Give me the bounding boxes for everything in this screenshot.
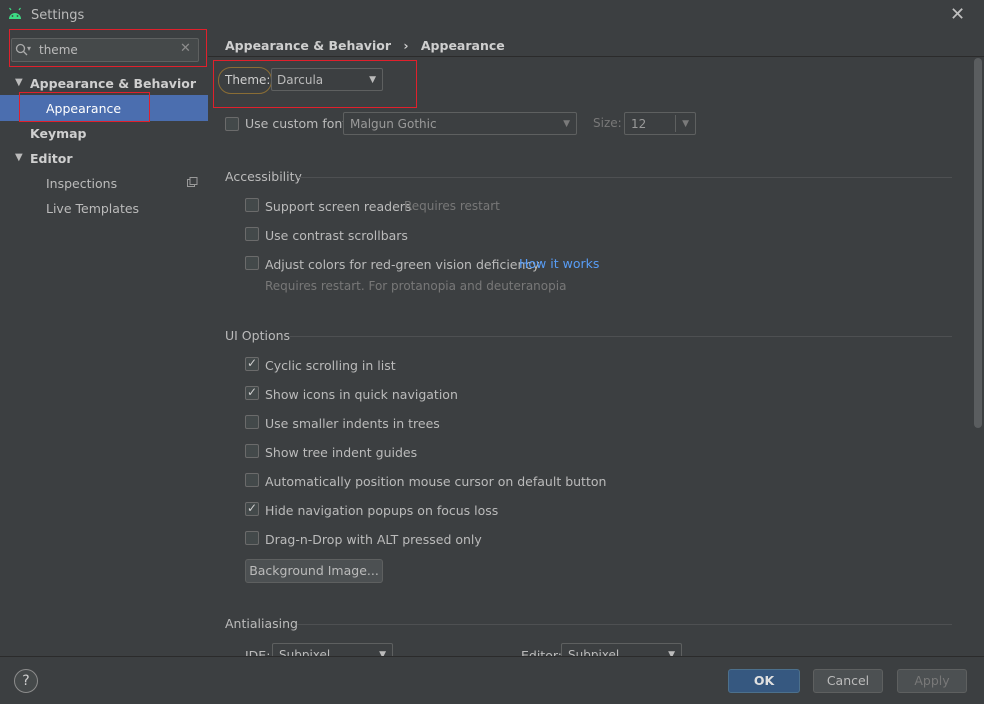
- search-highlight-box: [9, 29, 207, 67]
- how-it-works-link[interactable]: How it works: [519, 256, 599, 271]
- font-dropdown[interactable]: Malgun Gothic ▼: [343, 112, 577, 135]
- mouse-cursor-label: Automatically position mouse cursor on d…: [265, 474, 607, 489]
- custom-font-checkbox[interactable]: [225, 117, 239, 131]
- tree-item-appearance-behavior[interactable]: Appearance & Behavior: [30, 76, 196, 91]
- expand-arrow-icon[interactable]: ▼: [15, 152, 23, 163]
- combo-divider: [675, 115, 676, 132]
- android-icon: [9, 7, 21, 19]
- screen-readers-label: Support screen readers: [265, 199, 412, 214]
- indent-guides-checkbox[interactable]: [245, 444, 259, 458]
- screen-readers-checkbox[interactable]: [245, 198, 259, 212]
- adjust-colors-hint: Requires restart. For protanopia and deu…: [265, 279, 567, 293]
- close-icon[interactable]: ✕: [950, 4, 965, 25]
- tree-item-live-templates[interactable]: Live Templates: [46, 201, 139, 216]
- breadcrumb-parent[interactable]: Appearance & Behavior: [225, 38, 391, 53]
- editor-antialiasing-value: Subpixel: [568, 648, 620, 656]
- show-icons-checkbox[interactable]: [245, 385, 259, 400]
- chevron-down-icon: ▼: [563, 119, 570, 129]
- breadcrumb-current: Appearance: [420, 38, 505, 53]
- header-divider: [208, 56, 984, 57]
- smaller-indents-label: Use smaller indents in trees: [265, 416, 440, 431]
- indent-guides-label: Show tree indent guides: [265, 445, 418, 460]
- breadcrumb: Appearance & Behavior › Appearance: [225, 38, 505, 53]
- tree-item-inspections[interactable]: Inspections: [46, 176, 117, 191]
- antialiasing-row: IDE: Subpixel ▼ Editor: Subpixel ▼: [208, 640, 974, 656]
- expand-arrow-icon[interactable]: ▼: [15, 77, 23, 88]
- screen-readers-hint: Requires restart: [404, 199, 500, 213]
- cyclic-scrolling-checkbox[interactable]: [245, 356, 259, 371]
- ok-button[interactable]: OK: [728, 669, 800, 693]
- font-size-dropdown[interactable]: 12 ▼: [624, 112, 696, 135]
- section-divider: [298, 177, 952, 178]
- custom-font-label: Use custom font:: [245, 116, 352, 131]
- font-value: Malgun Gothic: [350, 117, 437, 131]
- title-bar: [0, 0, 984, 31]
- editor-label: Editor:: [521, 648, 562, 656]
- appearance-highlight-box: [19, 92, 150, 122]
- hide-popups-label: Hide navigation popups on focus loss: [265, 503, 499, 518]
- theme-highlight-box: [213, 60, 417, 108]
- contrast-scrollbars-label: Use contrast scrollbars: [265, 228, 408, 243]
- ide-antialiasing-value: Subpixel: [279, 648, 331, 656]
- help-button[interactable]: ?: [14, 669, 38, 693]
- editor-antialiasing-dropdown[interactable]: Subpixel ▼: [561, 643, 682, 656]
- project-settings-icon: [187, 177, 198, 187]
- apply-button[interactable]: Apply: [897, 669, 967, 693]
- mouse-cursor-checkbox[interactable]: [245, 473, 259, 487]
- tree-item-editor[interactable]: Editor: [30, 151, 73, 166]
- accessibility-section-title: Accessibility: [225, 169, 302, 184]
- smaller-indents-checkbox[interactable]: [245, 415, 259, 429]
- background-image-button[interactable]: Background Image...: [245, 559, 383, 583]
- ide-antialiasing-dropdown[interactable]: Subpixel ▼: [272, 643, 393, 656]
- adjust-colors-checkbox[interactable]: [245, 256, 259, 270]
- drag-drop-alt-checkbox[interactable]: [245, 531, 259, 545]
- font-size-value: 12: [631, 117, 647, 131]
- section-divider: [297, 624, 952, 625]
- cancel-button[interactable]: Cancel: [813, 669, 883, 693]
- ui-options-section-title: UI Options: [225, 328, 291, 343]
- tree-item-keymap[interactable]: Keymap: [30, 126, 87, 141]
- hide-popups-checkbox[interactable]: [245, 501, 259, 516]
- settings-sidebar: [0, 31, 208, 656]
- breadcrumb-separator: ›: [403, 38, 409, 53]
- window-title: Settings: [31, 8, 85, 23]
- content-scrollbar[interactable]: [974, 58, 982, 428]
- chevron-down-icon: ▼: [682, 119, 689, 129]
- ide-label: IDE:: [245, 648, 271, 656]
- cyclic-scrolling-label: Cyclic scrolling in list: [265, 358, 396, 373]
- adjust-colors-label: Adjust colors for red-green vision defic…: [265, 257, 540, 272]
- drag-drop-alt-label: Drag-n-Drop with ALT pressed only: [265, 532, 482, 547]
- section-divider: [290, 336, 952, 337]
- size-label: Size:: [593, 116, 622, 130]
- show-icons-label: Show icons in quick navigation: [265, 387, 458, 402]
- contrast-scrollbars-checkbox[interactable]: [245, 227, 259, 241]
- antialiasing-section-title: Antialiasing: [225, 616, 298, 631]
